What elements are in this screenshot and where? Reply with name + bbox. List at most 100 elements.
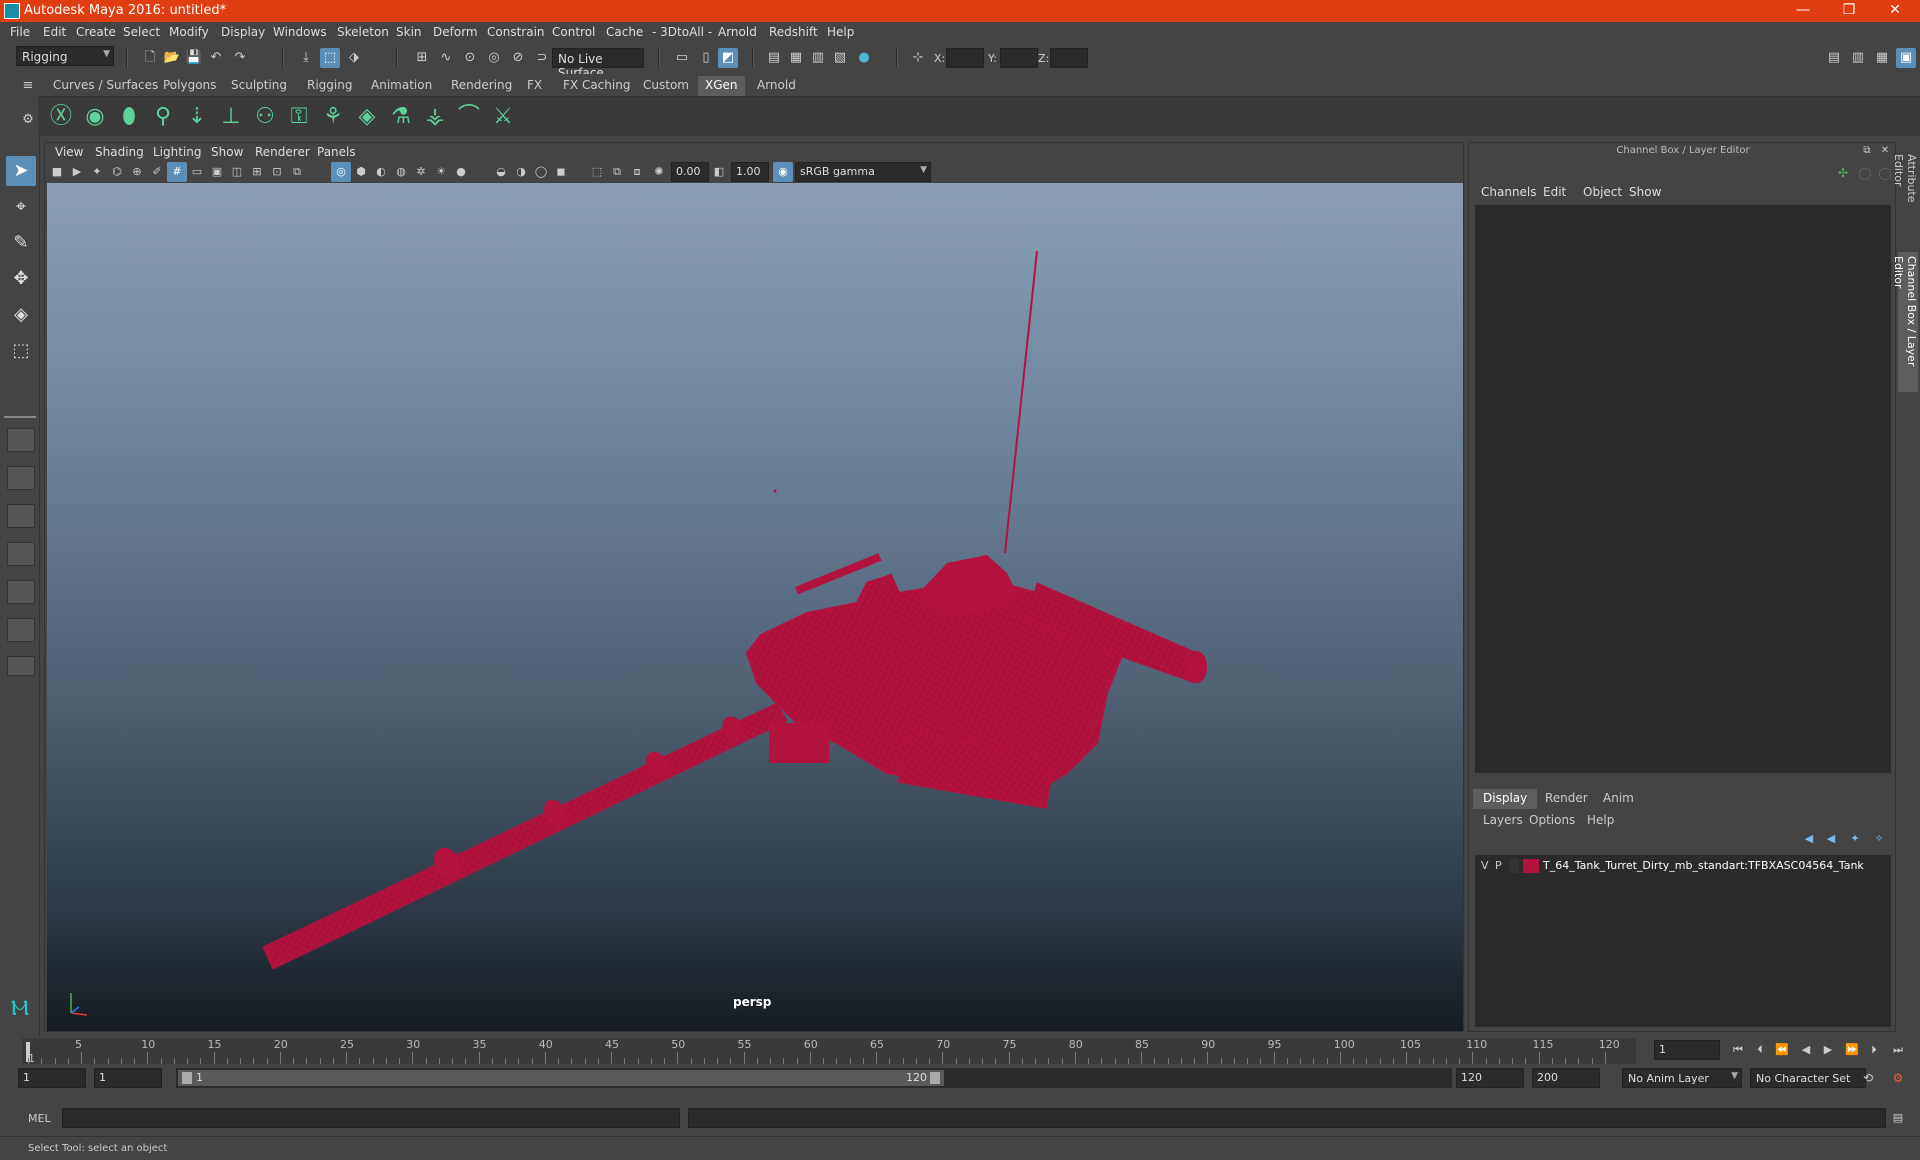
xgen-add-guide-icon[interactable]: ⚲ bbox=[148, 101, 178, 133]
shelf-tab-xgen[interactable]: XGen bbox=[698, 76, 745, 96]
shelf-settings-icon[interactable]: ⚙ bbox=[18, 110, 38, 130]
command-language-label[interactable]: MEL bbox=[28, 1112, 51, 1125]
layer-color-swatch[interactable] bbox=[1523, 859, 1539, 873]
snap-live-icon[interactable]: ⊘ bbox=[508, 48, 528, 68]
move-tool-icon[interactable]: ✥ bbox=[6, 264, 36, 294]
layer-name[interactable]: T_64_Tank_Turret_Dirty_mb_standart:TFBXA… bbox=[1543, 859, 1885, 872]
step-back-frame-icon[interactable]: ⏪ bbox=[1772, 1040, 1792, 1060]
time-slider-track[interactable]: 1 5 10 15 20 25 30 35 40 45 50 55 60 65 70 75 80 85 90 95 1… bbox=[22, 1038, 1636, 1065]
paint-select-tool-icon[interactable]: ✎ bbox=[6, 228, 36, 258]
play-backward-icon[interactable]: ◀ bbox=[1796, 1040, 1816, 1060]
shelf-tab-fx[interactable]: FX bbox=[520, 76, 549, 96]
gamma-icon[interactable]: ◧ bbox=[709, 162, 729, 182]
shelf-tab-rendering[interactable]: Rendering bbox=[444, 76, 519, 96]
menu-file[interactable]: File bbox=[10, 25, 30, 39]
start-time-field[interactable]: 1 bbox=[18, 1068, 86, 1088]
viewport-menu-shading[interactable]: Shading bbox=[95, 145, 144, 159]
layer-tab-display[interactable]: Display bbox=[1473, 789, 1538, 809]
undo-icon[interactable]: ↶ bbox=[206, 48, 226, 68]
menu-redshift[interactable]: Redshift bbox=[769, 25, 818, 39]
go-to-start-icon[interactable]: ⏮ bbox=[1728, 1040, 1748, 1060]
save-scene-icon[interactable]: 💾 bbox=[184, 48, 204, 68]
range-end-grip[interactable] bbox=[930, 1072, 940, 1084]
z-field[interactable] bbox=[1050, 48, 1088, 68]
wireframe-icon[interactable]: ◎ bbox=[331, 162, 351, 182]
new-layer-icon[interactable]: ✦ bbox=[1845, 829, 1865, 849]
range-start-grip[interactable] bbox=[182, 1072, 192, 1084]
view-transform-dropdown[interactable]: sRGB gamma ▼ bbox=[795, 162, 931, 182]
channel-box-area[interactable] bbox=[1475, 205, 1891, 773]
layout-two-side-icon[interactable] bbox=[7, 504, 35, 528]
gamma-field[interactable]: 1.00 bbox=[731, 162, 769, 182]
auto-key-icon[interactable]: ⟲ bbox=[1858, 1068, 1878, 1088]
xgen-place-guide-icon[interactable]: ⇣ bbox=[182, 101, 212, 133]
current-frame-field[interactable]: 1 bbox=[1654, 1040, 1720, 1060]
menu-skin[interactable]: Skin bbox=[396, 25, 422, 39]
layer-visibility-toggle[interactable]: V bbox=[1481, 859, 1489, 872]
tool-settings-toggle-icon[interactable]: ▦ bbox=[1872, 48, 1892, 68]
go-to-end-icon[interactable]: ⏭ bbox=[1888, 1040, 1908, 1060]
motion-blur-icon[interactable]: ◒ bbox=[491, 162, 511, 182]
x-field[interactable] bbox=[946, 48, 984, 68]
shadows-icon[interactable]: ☀ bbox=[431, 162, 451, 182]
transform-mode-icon[interactable]: ⊹ bbox=[908, 48, 928, 68]
grid-toggle-icon[interactable]: # bbox=[167, 162, 187, 182]
xray-joints-icon[interactable]: ⧉ bbox=[607, 162, 627, 182]
step-back-key-icon[interactable]: ⏴ bbox=[1750, 1040, 1770, 1060]
shelf-tab-sculpting[interactable]: Sculpting bbox=[224, 76, 294, 96]
manipulator-icon[interactable]: ✣ bbox=[1833, 163, 1853, 183]
snap-magnet-icon[interactable]: ⊃ bbox=[532, 48, 552, 68]
minimize-icon[interactable]: — bbox=[1780, 0, 1826, 22]
xgen-guide-comb-icon[interactable]: ⚘ bbox=[318, 101, 348, 133]
input-output-icon[interactable]: ▭ bbox=[672, 48, 692, 68]
animation-preferences-icon[interactable]: ⚙ bbox=[1888, 1068, 1908, 1088]
menu-edit[interactable]: Edit bbox=[43, 25, 66, 39]
xgen-editor-icon[interactable]: Ⓧ bbox=[46, 101, 76, 133]
isolate-select-icon[interactable]: ◼ bbox=[551, 162, 571, 182]
viewport-menu-show[interactable]: Show bbox=[211, 145, 243, 159]
xgen-layer-icon[interactable]: ◈ bbox=[352, 101, 382, 133]
shelf-tab-animation[interactable]: Animation bbox=[364, 76, 439, 96]
side-tab-attribute-editor[interactable]: Attribute Editor bbox=[1892, 150, 1918, 234]
layout-outliner-icon[interactable] bbox=[7, 580, 35, 604]
ipr-render-icon[interactable]: ▥ bbox=[808, 48, 828, 68]
layer-menu-help[interactable]: Help bbox=[1587, 813, 1614, 827]
exposure-icon[interactable]: ✺ bbox=[649, 162, 669, 182]
new-layer-selected-icon[interactable]: ✧ bbox=[1869, 829, 1889, 849]
xgen-lock-guide-icon[interactable]: ⚿ bbox=[284, 101, 314, 133]
new-scene-icon[interactable]: 🗋 bbox=[140, 48, 160, 68]
image-plane-icon[interactable]: ⌬ bbox=[107, 162, 127, 182]
range-slider-handle[interactable]: 1 120 bbox=[178, 1070, 944, 1086]
xgen-sculpt-icon[interactable]: ⚗ bbox=[386, 101, 416, 133]
camera-select-icon[interactable]: ■ bbox=[47, 162, 67, 182]
menu-3dtoall[interactable]: - 3DtoAll - bbox=[652, 25, 712, 39]
smooth-shade-icon[interactable]: ⬢ bbox=[351, 162, 371, 182]
channel-box-menu-channels[interactable]: Channels bbox=[1481, 185, 1537, 199]
restore-icon[interactable]: ❐ bbox=[1826, 0, 1872, 22]
character-set-dropdown[interactable]: No Character Set bbox=[1750, 1068, 1866, 1088]
menu-modify[interactable]: Modify bbox=[169, 25, 209, 39]
move-layer-down-icon[interactable]: ◀ bbox=[1821, 829, 1841, 849]
menu-skeleton[interactable]: Skeleton bbox=[337, 25, 389, 39]
shelf-tab-polygons[interactable]: Polygons bbox=[156, 76, 223, 96]
xgen-curve-icon[interactable]: ⌒ bbox=[454, 101, 484, 133]
shelf-tab-curves-surfaces[interactable]: Curves / Surfaces bbox=[46, 76, 165, 96]
snap-grid-icon[interactable]: ⊞ bbox=[412, 48, 432, 68]
shelf-tab-custom[interactable]: Custom bbox=[636, 76, 696, 96]
gate-mask-icon[interactable]: ◫ bbox=[227, 162, 247, 182]
channel-box-menu-edit[interactable]: Edit bbox=[1543, 185, 1566, 199]
viewport-menu-panels[interactable]: Panels bbox=[317, 145, 356, 159]
hypershade-icon[interactable]: ● bbox=[854, 48, 874, 68]
select-component-icon[interactable]: ⬗ bbox=[344, 48, 364, 68]
lasso-tool-icon[interactable]: ⌖ bbox=[6, 192, 36, 222]
step-forward-frame-icon[interactable]: ⏩ bbox=[1842, 1040, 1862, 1060]
camera-attributes-icon[interactable]: ▶ bbox=[67, 162, 87, 182]
menu-constrain[interactable]: Constrain bbox=[487, 25, 545, 39]
construction-history-icon[interactable]: ▯ bbox=[696, 48, 716, 68]
xray-components-icon[interactable]: ⧈ bbox=[627, 162, 647, 182]
viewport-menu-renderer[interactable]: Renderer bbox=[255, 145, 310, 159]
viewport-menu-lighting[interactable]: Lighting bbox=[153, 145, 202, 159]
layout-two-stack-icon[interactable] bbox=[7, 542, 35, 566]
menu-arnold[interactable]: Arnold bbox=[718, 25, 757, 39]
layer-reference-toggle[interactable] bbox=[1509, 859, 1519, 873]
